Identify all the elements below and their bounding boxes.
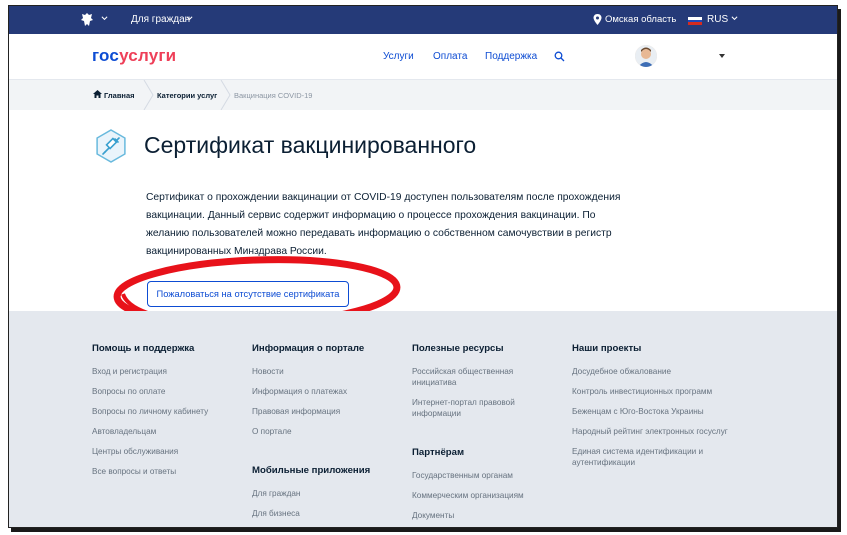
footer-link[interactable]: Правовая информация (252, 407, 340, 418)
footer-link[interactable]: Народный рейтинг электронных госуслуг (572, 427, 728, 438)
footer-link[interactable]: Для граждан (252, 489, 300, 500)
footer-link[interactable]: Интернет-портал правовой информации (412, 398, 532, 419)
nav-services[interactable]: Услуги (383, 51, 414, 62)
chevron-down-icon[interactable] (731, 15, 738, 22)
coat-of-arms-icon[interactable] (79, 12, 95, 28)
chevron-down-icon[interactable] (101, 15, 108, 22)
browser-page: Для граждан Омская область RUS госуслуги… (8, 5, 838, 528)
russia-flag-icon (688, 17, 702, 25)
top-bar: Для граждан Омская область RUS (9, 6, 837, 34)
footer: Помощь и поддержка Вход и регистрация Во… (9, 311, 837, 527)
region-selector[interactable]: Омская область (605, 14, 676, 25)
footer-heading: Полезные ресурсы (412, 343, 504, 354)
breadcrumb-categories[interactable]: Категории услуг (157, 91, 217, 100)
footer-heading: Наши проекты (572, 343, 642, 354)
footer-link[interactable]: Центры обслуживания (92, 447, 178, 458)
breadcrumb-separator (220, 80, 231, 110)
footer-link[interactable]: Российская общественная инициатива (412, 367, 532, 388)
footer-heading: Партнёрам (412, 447, 465, 458)
footer-heading: Помощь и поддержка (92, 343, 195, 354)
footer-link[interactable]: Все вопросы и ответы (92, 467, 176, 478)
footer-link[interactable]: Новости (252, 367, 284, 378)
home-icon[interactable] (93, 90, 102, 98)
footer-link[interactable]: Беженцам с Юго-Востока Украины (572, 407, 704, 418)
footer-link[interactable]: Контроль инвестиционных программ (572, 387, 712, 398)
footer-link[interactable]: Досудебное обжалование (572, 367, 671, 378)
report-missing-certificate-button[interactable]: Пожаловаться на отсутствие сертификата (147, 281, 349, 307)
breadcrumb: Главная Категории услуг Вакцинация COVID… (9, 80, 837, 110)
footer-link[interactable]: Государственным органам (412, 471, 513, 482)
footer-link[interactable]: Вопросы по оплате (92, 387, 165, 398)
breadcrumb-separator (143, 80, 154, 110)
footer-link[interactable]: Документы (412, 511, 454, 522)
syringe-icon (96, 129, 126, 163)
avatar[interactable] (635, 45, 657, 67)
footer-heading: Информация о портале (252, 343, 365, 354)
footer-heading: Мобильные приложения (252, 465, 371, 476)
footer-link[interactable]: Единая система идентификации и аутентифи… (572, 447, 722, 468)
breadcrumb-home[interactable]: Главная (104, 91, 135, 100)
footer-link[interactable]: Информация о платежах (252, 387, 347, 398)
footer-link[interactable]: Вопросы по личному кабинету (92, 407, 208, 418)
footer-link[interactable]: Вход и регистрация (92, 367, 167, 378)
language-selector[interactable]: RUS (707, 14, 728, 25)
gosuslugi-logo[interactable]: госуслуги (92, 46, 176, 66)
main-header: госуслуги Услуги Оплата Поддержка (9, 34, 837, 80)
page-title: Сертификат вакцинированного (144, 132, 477, 158)
footer-link[interactable]: Для бизнеса (252, 509, 300, 520)
audience-menu[interactable]: Для граждан (131, 14, 190, 25)
nav-support[interactable]: Поддержка (485, 51, 537, 62)
logo-part-gos: гос (92, 46, 120, 65)
service-description: Сертификат о прохождении вакцинации от C… (146, 192, 621, 257)
caret-down-icon[interactable] (719, 54, 725, 58)
location-pin-icon (593, 14, 602, 25)
nav-payment[interactable]: Оплата (433, 51, 467, 62)
chevron-down-icon[interactable] (186, 15, 193, 22)
footer-link[interactable]: Коммерческим организациям (412, 491, 524, 502)
breadcrumb-current: Вакцинация COVID-19 (234, 91, 313, 100)
search-icon[interactable] (554, 51, 565, 62)
footer-link[interactable]: Автовладельцам (92, 427, 156, 438)
logo-part-uslugi: услуги (119, 46, 177, 65)
footer-link[interactable]: О портале (252, 427, 292, 438)
